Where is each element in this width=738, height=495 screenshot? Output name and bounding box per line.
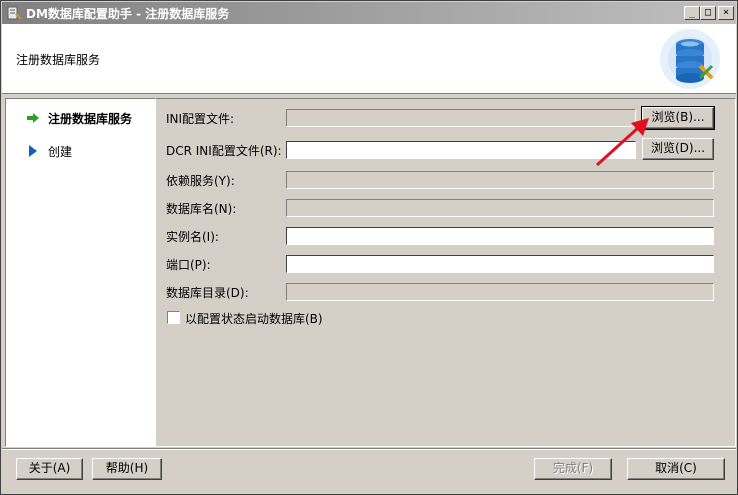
maximize-button[interactable]: □ <box>700 6 716 20</box>
ini-file-field[interactable] <box>286 109 636 127</box>
finish-button[interactable]: 完成(F) <box>534 458 612 480</box>
port-label: 端口(P): <box>166 258 211 272</box>
start-with-config-checkbox[interactable] <box>167 311 180 324</box>
about-button[interactable]: 关于(A) <box>16 458 83 480</box>
triangle-right-icon <box>29 145 37 157</box>
dcr-ini-file-label: DCR INI配置文件(R): <box>166 144 282 158</box>
help-button[interactable]: 帮助(H) <box>92 458 162 480</box>
instance-name-field[interactable] <box>286 227 714 245</box>
cancel-button[interactable]: 取消(C) <box>627 458 725 480</box>
header-banner: 注册数据库服务 <box>2 24 736 94</box>
dm-config-window: DM数据库配置助手 - 注册数据库服务 _ □ × 注册数据库服务 注册数据库服… <box>0 0 738 495</box>
minimize-button[interactable]: _ <box>684 6 700 20</box>
instance-name-label: 实例名(I): <box>166 230 219 244</box>
start-with-config-label[interactable]: 以配置状态启动数据库(B) <box>185 310 323 327</box>
db-dir-field[interactable] <box>286 283 714 301</box>
arrow-right-icon <box>27 113 39 123</box>
dcr-ini-file-field[interactable] <box>286 141 636 159</box>
database-logo-icon <box>660 29 720 89</box>
db-dir-label: 数据库目录(D): <box>166 286 249 300</box>
step-label: 创建 <box>48 145 73 159</box>
depend-service-field[interactable] <box>286 171 714 189</box>
page-title: 注册数据库服务 <box>16 53 101 67</box>
ini-file-label: INI配置文件: <box>166 112 235 126</box>
port-field[interactable] <box>286 255 714 273</box>
wizard-steps: 注册数据库服务 创建 <box>5 98 156 447</box>
app-icon <box>7 6 22 20</box>
close-button[interactable]: × <box>718 6 734 20</box>
footer-separator <box>2 448 736 450</box>
db-name-field[interactable] <box>286 199 714 217</box>
depend-service-label: 依赖服务(Y): <box>166 174 235 188</box>
title-bar[interactable]: DM数据库配置助手 - 注册数据库服务 _ □ × <box>2 2 736 24</box>
window-title: DM数据库配置助手 - 注册数据库服务 <box>26 7 230 21</box>
db-name-label: 数据库名(N): <box>166 202 237 216</box>
step-label: 注册数据库服务 <box>48 112 133 126</box>
browse-ini-button[interactable]: 浏览(B)... <box>641 106 715 130</box>
browse-dcr-button[interactable]: 浏览(D)... <box>642 138 714 160</box>
